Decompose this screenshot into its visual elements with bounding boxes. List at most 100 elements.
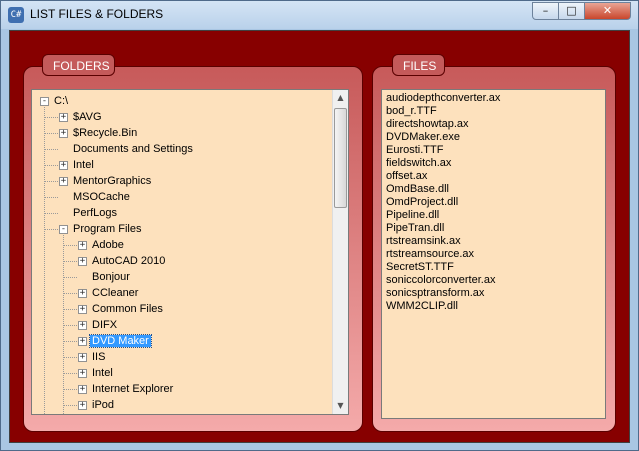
tree-node-label: iPod [92, 399, 115, 411]
folders-panel: FOLDERS - C:\ + $AVG + $Recycle.Bin Documents … [23, 54, 363, 432]
scroll-down-arrow-icon[interactable]: ▼ [333, 398, 348, 414]
tree-node-label: Documents and Settings [73, 143, 193, 155]
tree-node[interactable]: + Intel [44, 157, 96, 173]
expand-icon[interactable]: + [78, 369, 87, 378]
main-window: C# LIST FILES & FOLDERS – □ ✕ FOLDERS -C… [0, 0, 639, 451]
file-list-item[interactable]: rtstreamsink.ax [386, 235, 605, 248]
app-icon: C# [8, 7, 24, 23]
tree-node[interactable]: + Adobe [63, 237, 126, 253]
maximize-button[interactable]: □ [558, 2, 585, 20]
expand-icon[interactable]: + [78, 401, 87, 410]
file-list-item[interactable]: bod_r.TTF [386, 105, 605, 118]
tree-node-label: DVD Maker [89, 334, 152, 348]
tree-node-label: Intel [73, 159, 94, 171]
collapse-icon[interactable]: - [40, 97, 49, 106]
tree-node-label: AutoCAD 2010 [92, 255, 166, 267]
tree-node[interactable]: - C:\ [40, 93, 70, 109]
collapse-icon[interactable]: - [59, 225, 68, 234]
tree-node[interactable]: + $Recycle.Bin [44, 125, 139, 141]
tree-node[interactable]: + IIS [63, 349, 107, 365]
tree-node[interactable]: Documents and Settings [44, 141, 195, 157]
tree-node[interactable]: + Intel [63, 365, 115, 381]
tree-node[interactable]: + $AVG [44, 109, 104, 125]
tree-node[interactable]: MSOCache [44, 189, 132, 205]
expand-icon[interactable]: + [78, 289, 87, 298]
tree-node-label: Adobe [92, 239, 124, 251]
tree-node[interactable]: + DIFX [63, 317, 119, 333]
tree-node[interactable]: + MentorGraphics [44, 173, 153, 189]
expand-icon[interactable]: + [78, 257, 87, 266]
expand-icon[interactable]: + [78, 385, 87, 394]
tree-connector-line [63, 325, 77, 326]
file-list-item[interactable]: WMM2CLIP.dll [386, 300, 605, 313]
file-list-item[interactable]: directshowtap.ax [386, 118, 605, 131]
tree-connector-line [63, 405, 77, 406]
tree-node-label: C:\ [54, 95, 69, 107]
expand-icon[interactable]: + [78, 353, 87, 362]
expand-icon[interactable]: + [59, 129, 68, 138]
file-list-item[interactable]: rtstreamsource.ax [386, 248, 605, 261]
tree-connector-line [44, 181, 58, 182]
scroll-thumb[interactable] [334, 108, 347, 208]
file-list-item[interactable]: OmdProject.dll [386, 196, 605, 209]
folders-tab-label: FOLDERS [42, 54, 115, 76]
file-list-item[interactable]: fieldswitch.ax [386, 157, 605, 170]
expand-icon[interactable]: + [78, 337, 87, 346]
file-list[interactable]: audiodepthconverter.ax bod_r.TTF directsho… [381, 89, 606, 419]
tree-connector-line [44, 133, 58, 134]
tree-node-label: $AVG [73, 111, 102, 123]
folder-tree[interactable]: - C:\ + $AVG + $Recycle.Bin Documents and Sett… [31, 89, 349, 415]
file-list-item[interactable]: Pipeline.dll [386, 209, 605, 222]
minimize-icon: – [542, 4, 549, 17]
file-list-item[interactable]: offset.ax [386, 170, 605, 183]
tree-node[interactable]: + AutoCAD 2010 [63, 253, 167, 269]
tree-node-label: IIS [92, 351, 106, 363]
title-bar[interactable]: C# LIST FILES & FOLDERS – □ ✕ [1, 1, 638, 29]
expand-icon[interactable]: + [78, 305, 87, 314]
tree-node[interactable]: +iTunes [78, 413, 127, 414]
expand-icon[interactable]: + [59, 177, 68, 186]
expand-icon[interactable]: + [59, 113, 68, 122]
tree-connector-line [44, 165, 58, 166]
expand-icon[interactable]: + [59, 161, 68, 170]
tree-node[interactable]: Bonjour [63, 269, 132, 285]
tree-node-label: Program Files [73, 223, 142, 235]
tree-connector-line [44, 213, 58, 214]
tree-node[interactable]: + DVD Maker [63, 333, 152, 349]
file-list-item[interactable]: audiodepthconverter.ax [386, 92, 605, 105]
window-title: LIST FILES & FOLDERS [30, 7, 164, 21]
tree-vertical-scrollbar[interactable]: ▲ ▼ [332, 90, 348, 414]
maximize-icon: □ [566, 4, 577, 17]
expand-icon[interactable]: + [78, 321, 87, 330]
tree-node[interactable]: + CCleaner [63, 285, 140, 301]
tree-node-label: Internet Explorer [92, 383, 174, 395]
file-list-item[interactable]: OmdBase.dll [386, 183, 605, 196]
close-button[interactable]: ✕ [584, 2, 631, 20]
scroll-up-arrow-icon[interactable]: ▲ [333, 90, 348, 106]
tree-node[interactable]: PerfLogs [44, 205, 119, 221]
tree-connector-line [63, 277, 77, 278]
tree-node[interactable]: + iPod [63, 397, 116, 413]
tree-connector-line [63, 341, 77, 342]
tree-connector-line [63, 261, 77, 262]
file-list-item[interactable]: Eurosti.TTF [386, 144, 605, 157]
file-list-item[interactable]: DVDMaker.exe [386, 131, 605, 144]
tree-node[interactable]: + Common Files [63, 301, 165, 317]
tree-connector-line [63, 309, 77, 310]
file-list-item[interactable]: soniccolorconverter.ax [386, 274, 605, 287]
tree-node-label: DIFX [92, 319, 118, 331]
tree-node[interactable]: + Internet Explorer [63, 381, 175, 397]
tree-node-label: Common Files [92, 303, 163, 315]
tree-node-label: MentorGraphics [73, 175, 152, 187]
tree-connector-line [63, 245, 77, 246]
expand-icon[interactable]: + [78, 241, 87, 250]
file-list-item[interactable]: sonicsptransform.ax [386, 287, 605, 300]
file-list-item[interactable]: PipeTran.dll [386, 222, 605, 235]
tree-connector-line [44, 149, 58, 150]
tree-node-label: MSOCache [73, 191, 130, 203]
file-list-item[interactable]: SecretST.TTF [386, 261, 605, 274]
tree-node-label: CCleaner [92, 287, 139, 299]
tree-node[interactable]: - Program Files [44, 221, 143, 237]
minimize-button[interactable]: – [532, 2, 559, 20]
tree-connector-line [44, 105, 45, 414]
